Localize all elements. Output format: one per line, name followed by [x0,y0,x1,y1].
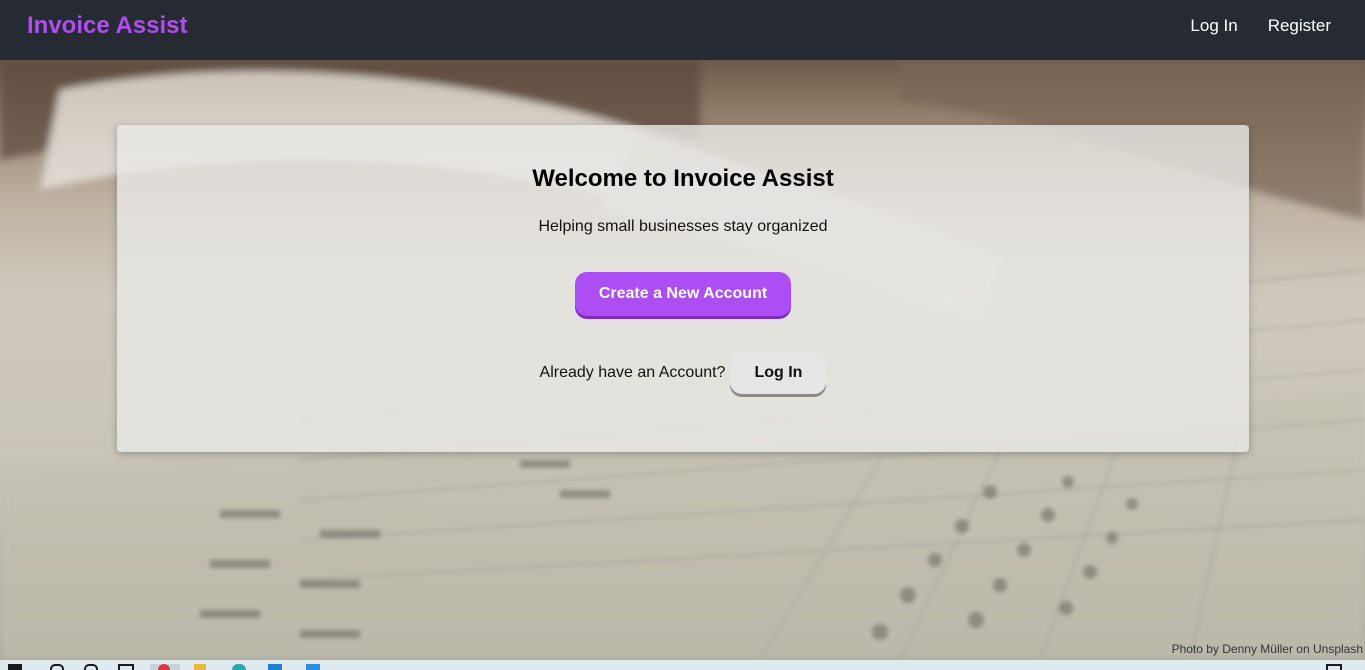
vscode-icon[interactable] [306,664,320,670]
brand-logo[interactable]: Invoice Assist [27,12,188,40]
create-account-button[interactable]: Create a New Account [575,272,791,316]
nav-register-link[interactable]: Register [1268,16,1331,36]
chrome-dot-icon [158,664,170,670]
page: Invoice Assist Log In Register Welcome t… [0,0,1365,670]
taskbar [0,660,1365,670]
photo-credit[interactable]: Photo by Denny Müller on Unsplash [1172,642,1363,656]
welcome-title: Welcome to Invoice Assist [532,165,834,192]
navbar: Invoice Assist Log In Register [0,0,1365,60]
edge-icon[interactable] [232,664,246,670]
login-button[interactable]: Log In [730,352,827,394]
windows-start-icon[interactable] [8,664,22,670]
login-row: Already have an Account? Log In [117,352,1249,394]
store-icon[interactable] [118,664,134,670]
welcome-subtitle: Helping small businesses stay organized [538,218,828,235]
nav-login-link[interactable]: Log In [1190,16,1237,36]
search-icon[interactable] [50,664,64,670]
mail-icon[interactable] [268,664,282,670]
task-view-icon[interactable] [84,664,98,670]
hero-background: Welcome to Invoice Assist Helping small … [0,60,1365,660]
notification-icon[interactable] [1326,664,1342,670]
login-prompt: Already have an Account? [539,364,726,381]
file-explorer-icon[interactable] [194,664,206,670]
nav-links: Log In Register [1190,16,1331,36]
welcome-card: Welcome to Invoice Assist Helping small … [117,125,1249,452]
